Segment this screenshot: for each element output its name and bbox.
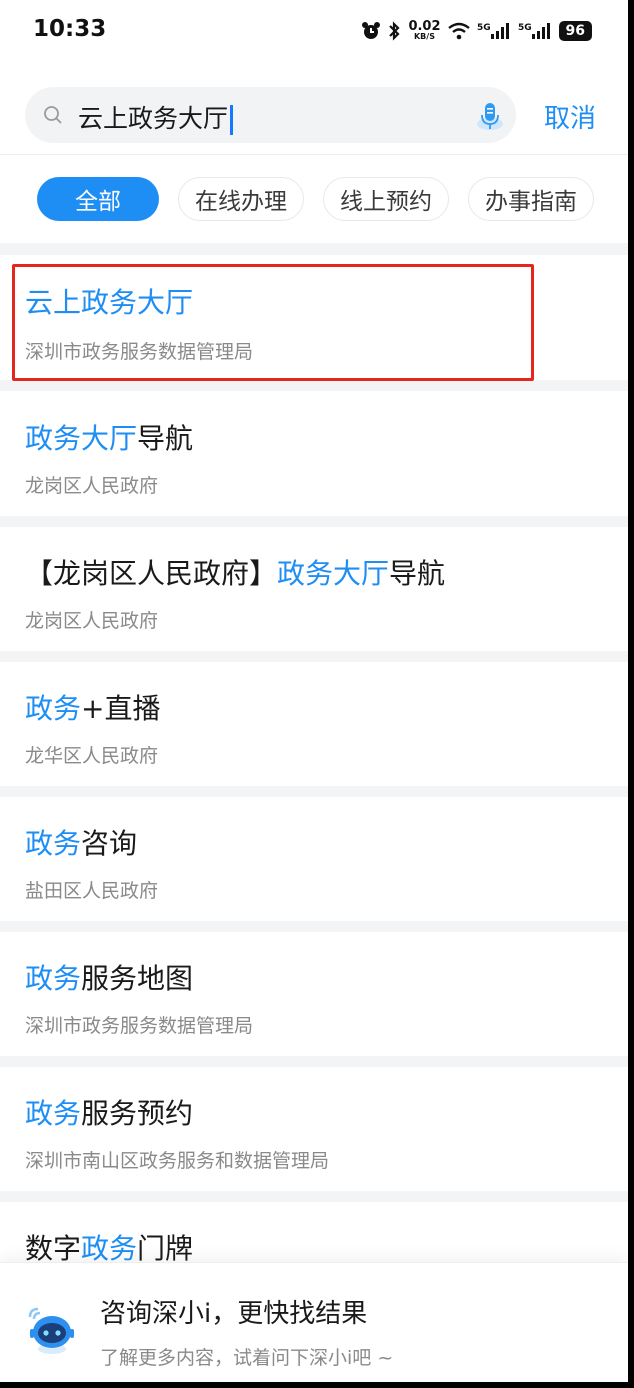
result-title: 政务服务地图 (25, 962, 194, 995)
result-item[interactable]: 【龙岗区人民政府】政务大厅导航 龙岗区人民政府 (0, 527, 628, 651)
text-caret (230, 105, 234, 135)
result-item[interactable]: 政务+直播 龙华区人民政府 (0, 662, 628, 786)
section-gap (0, 1056, 628, 1067)
result-title: 【龙岗区人民政府】政务大厅导航 (25, 557, 446, 590)
header-divider (0, 154, 628, 155)
filter-tabs: 全部 在线办理 线上预约 办事指南 (0, 175, 628, 225)
search-icon (44, 106, 62, 124)
screen: 10:33 0.02 KB/S 5G 5G 96 云上政务大厅 取消 全部 在线… (0, 0, 628, 1382)
result-item[interactable]: 政务服务预约 深圳市南山区政务服务和数据管理局 (0, 1067, 628, 1191)
result-source: 龙岗区人民政府 (25, 610, 159, 632)
signal-icon-sim2: 5G (518, 21, 552, 41)
result-item[interactable]: 政务大厅导航 龙岗区人民政府 (0, 391, 628, 516)
result-title: 政务服务预约 (25, 1097, 194, 1130)
result-title: 云上政务大厅 (25, 286, 194, 319)
assistant-title: 咨询深小i，更快找结果 (100, 1299, 368, 1329)
result-source: 龙岗区人民政府 (25, 475, 159, 497)
wifi-icon (447, 22, 470, 40)
battery-level: 96 (558, 20, 592, 41)
section-gap (0, 651, 628, 662)
signal-icon-sim1: 5G (477, 21, 511, 41)
status-bar: 10:33 0.02 KB/S 5G 5G 96 (0, 0, 628, 64)
microphone-icon[interactable] (475, 100, 505, 132)
result-item[interactable]: 政务服务地图 深圳市政务服务数据管理局 (0, 932, 628, 1056)
sim2-label: 5G (518, 23, 532, 33)
section-gap (0, 380, 628, 391)
search-query[interactable]: 云上政务大厅 (78, 99, 234, 135)
sim1-label: 5G (477, 23, 491, 33)
tab-reservation[interactable]: 线上预约 (323, 177, 449, 221)
result-source: 深圳市政务服务数据管理局 (25, 341, 254, 363)
cancel-button[interactable]: 取消 (544, 98, 596, 135)
robot-assistant-icon (28, 1307, 74, 1354)
screen-edge (0, 1382, 634, 1388)
section-gap (0, 786, 628, 797)
result-source: 龙华区人民政府 (25, 745, 159, 767)
status-time: 10:33 (33, 16, 107, 42)
result-title: 政务咨询 (25, 827, 138, 860)
result-item[interactable]: 云上政务大厅 深圳市政务服务数据管理局 (0, 255, 628, 380)
network-speed: 0.02 KB/S (408, 19, 441, 41)
result-item[interactable]: 政务咨询 盐田区人民政府 (0, 797, 628, 921)
result-source: 深圳市政务服务数据管理局 (25, 1015, 254, 1037)
tab-all[interactable]: 全部 (37, 177, 159, 221)
status-icons: 0.02 KB/S 5G 5G 96 (361, 20, 592, 41)
alarm-icon (361, 21, 381, 41)
search-input[interactable]: 云上政务大厅 (25, 87, 516, 143)
result-title: 数字政务门牌 (25, 1232, 194, 1265)
section-gap (0, 243, 628, 255)
section-gap (0, 516, 628, 527)
assistant-bar[interactable]: 咨询深小i，更快找结果 了解更多内容，试着问下深小i吧 ~ (0, 1262, 628, 1382)
result-source: 盐田区人民政府 (25, 880, 159, 902)
tab-online[interactable]: 在线办理 (178, 177, 304, 221)
section-gap (0, 921, 628, 932)
tab-guide[interactable]: 办事指南 (468, 177, 594, 221)
screen-edge (628, 0, 634, 1388)
assistant-subtitle: 了解更多内容，试着问下深小i吧 ~ (100, 1347, 394, 1369)
result-title: 政务大厅导航 (25, 422, 194, 455)
bluetooth-icon (388, 20, 401, 41)
result-title: 政务+直播 (25, 692, 161, 725)
section-gap (0, 1191, 628, 1202)
result-source: 深圳市南山区政务服务和数据管理局 (25, 1150, 330, 1172)
